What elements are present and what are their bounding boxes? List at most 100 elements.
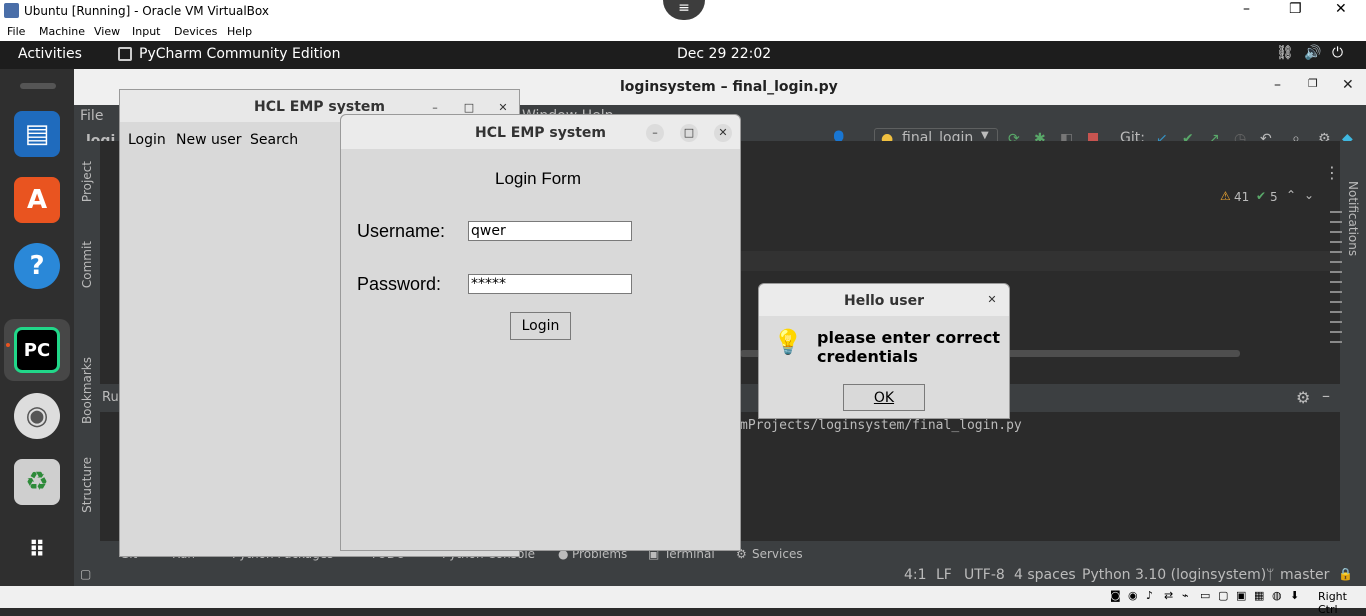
ubuntu-topbar: Activities PyCharm Community Edition Dec… bbox=[0, 41, 1366, 69]
login-button[interactable]: Login bbox=[510, 312, 571, 340]
chevron-down-icon[interactable]: ⌄ bbox=[1304, 188, 1314, 202]
app-menu-label[interactable]: PyCharm Community Edition bbox=[139, 46, 340, 62]
power-icon[interactable]: ⏻ bbox=[1332, 45, 1343, 61]
vbox-recording-icon[interactable]: ▣ bbox=[1236, 589, 1246, 602]
sidebar-tab-project[interactable]: Project bbox=[80, 161, 94, 202]
status-encoding[interactable]: UTF-8 bbox=[964, 567, 1005, 583]
pycharm-menu-file[interactable]: File bbox=[80, 108, 103, 124]
ubuntu-dock: ▤ A ? PC ◉ ♻ ⠿ bbox=[0, 69, 74, 586]
vbox-menu-help[interactable]: Help bbox=[227, 25, 252, 38]
vbox-optical-icon[interactable]: ◉ bbox=[1128, 589, 1138, 602]
show-apps-icon[interactable]: ⠿ bbox=[14, 527, 60, 573]
password-input[interactable] bbox=[468, 274, 632, 294]
pycharm-restore-button[interactable]: ❐ bbox=[1308, 77, 1318, 90]
dialog-ok-button[interactable]: OK bbox=[843, 384, 925, 411]
sidebar-tab-bookmarks[interactable]: Bookmarks bbox=[80, 357, 94, 424]
pycharm-statusbar: ▢ 4:1 LF UTF-8 4 spaces Python 3.10 (log… bbox=[74, 567, 1366, 586]
pycharm-left-toolstrip: Project Commit Bookmarks Structure bbox=[74, 141, 100, 541]
sidebar-tab-structure[interactable]: Structure bbox=[80, 457, 94, 513]
check-icon[interactable]: ✔ bbox=[1256, 189, 1266, 203]
vbox-hdd-icon[interactable]: ◙ bbox=[1110, 589, 1121, 602]
lightbulb-icon: 💡 bbox=[773, 328, 803, 356]
scroll-marks bbox=[1330, 211, 1342, 351]
dialog-title: Hello user bbox=[843, 293, 924, 309]
vbox-display-icon[interactable]: ▢ bbox=[1218, 589, 1228, 602]
vbox-shared-folder-icon[interactable]: ▭ bbox=[1200, 589, 1210, 602]
main-window-title: HCL EMP system bbox=[254, 99, 385, 115]
network-icon[interactable]: ⛓ bbox=[1276, 45, 1294, 61]
status-line-separator[interactable]: LF bbox=[936, 567, 952, 583]
menu-new-user[interactable]: New user bbox=[176, 132, 242, 148]
run-output-path: mProjects/loginsystem/final_login.py bbox=[740, 418, 1022, 433]
app-icon bbox=[118, 47, 132, 61]
vbox-menu-view[interactable]: View bbox=[94, 25, 120, 38]
dialog-message: please enter correct credentials bbox=[817, 328, 1000, 366]
run-panel-title: Ru bbox=[102, 390, 119, 405]
warning-icon[interactable]: ⚠ bbox=[1220, 189, 1231, 203]
run-settings-icon[interactable]: ⚙ bbox=[1296, 388, 1310, 407]
menu-search[interactable]: Search bbox=[250, 132, 298, 148]
clock[interactable]: Dec 29 22:02 bbox=[677, 46, 771, 62]
right-strip: Notifications bbox=[1330, 141, 1366, 541]
login-form-heading: Login Form bbox=[495, 169, 581, 188]
trash-icon[interactable]: ♻ bbox=[14, 459, 60, 505]
disc-icon[interactable]: ◉ bbox=[14, 393, 60, 439]
vbox-menubar: File Machine View Input Devices Help bbox=[0, 22, 1366, 41]
check-count: 5 bbox=[1270, 190, 1278, 204]
login-minimize-button[interactable]: – bbox=[646, 124, 664, 142]
login-window: HCL EMP system – □ ✕ Login Form Username… bbox=[340, 114, 741, 551]
tab-services[interactable]: Services bbox=[752, 547, 803, 561]
username-label: Username: bbox=[357, 221, 446, 241]
vbox-minimize-button[interactable]: – bbox=[1243, 1, 1250, 17]
status-indent[interactable]: 4 spaces bbox=[1014, 567, 1076, 583]
warning-count: 41 bbox=[1234, 190, 1250, 204]
software-center-icon[interactable]: A bbox=[14, 177, 60, 223]
status-branch[interactable]: master bbox=[1280, 567, 1329, 583]
username-input[interactable] bbox=[468, 221, 632, 241]
vbox-mouse-icon[interactable]: ◍ bbox=[1272, 589, 1282, 602]
toggle-tool-windows-icon[interactable]: ▢ bbox=[80, 567, 91, 581]
pycharm-close-button[interactable]: ✕ bbox=[1342, 77, 1354, 93]
message-dialog: Hello user ✕ 💡 please enter correct cred… bbox=[758, 283, 1010, 419]
vbox-close-button[interactable]: ✕ bbox=[1335, 1, 1347, 17]
run-hide-icon[interactable]: – bbox=[1322, 386, 1330, 405]
notifications-tab[interactable]: Notifications bbox=[1346, 181, 1360, 256]
login-close-button[interactable]: ✕ bbox=[714, 124, 732, 142]
running-indicator-icon bbox=[6, 343, 10, 347]
pycharm-icon[interactable]: PC bbox=[14, 327, 60, 373]
vbox-network-icon[interactable]: ⇄ bbox=[1164, 589, 1173, 602]
menu-login[interactable]: Login bbox=[128, 132, 166, 148]
dialog-close-button[interactable]: ✕ bbox=[983, 291, 1001, 309]
vbox-logo-icon bbox=[4, 3, 19, 18]
vbox-menu-devices[interactable]: Devices bbox=[174, 25, 217, 38]
vbox-menu-machine[interactable]: Machine bbox=[39, 25, 85, 38]
vbox-window-title: Ubuntu [Running] - Oracle VM VirtualBox bbox=[24, 4, 269, 18]
vbox-maximize-button[interactable]: ❐ bbox=[1289, 1, 1302, 17]
vbox-statusbar: ◙ ◉ ♪ ⇄ ⌁ ▭ ▢ ▣ ▦ ◍ ⬇ Right Ctrl bbox=[0, 586, 1366, 616]
writer-icon[interactable]: ▤ bbox=[14, 111, 60, 157]
vbox-menu-file[interactable]: File bbox=[7, 25, 25, 38]
vbox-menu-input[interactable]: Input bbox=[132, 25, 160, 38]
activities-button[interactable]: Activities bbox=[18, 46, 82, 62]
login-window-title: HCL EMP system bbox=[475, 125, 606, 141]
chevron-up-icon[interactable]: ⌃ bbox=[1286, 188, 1296, 202]
vbox-arrow-icon[interactable]: ⬇ bbox=[1290, 589, 1299, 602]
sidebar-tab-commit[interactable]: Commit bbox=[80, 241, 94, 288]
more-options-icon[interactable]: ⋮ bbox=[1324, 163, 1340, 182]
password-label: Password: bbox=[357, 274, 442, 294]
status-interpreter[interactable]: Python 3.10 (loginsystem) bbox=[1082, 567, 1266, 583]
volume-icon[interactable]: 🔊 bbox=[1304, 45, 1321, 61]
host-key-label: Right Ctrl bbox=[1318, 590, 1347, 616]
pycharm-minimize-button[interactable]: – bbox=[1274, 77, 1281, 93]
branch-icon: ᛘ bbox=[1266, 567, 1275, 583]
current-line-highlight bbox=[740, 251, 1340, 271]
status-position[interactable]: 4:1 bbox=[904, 567, 927, 583]
vbox-cpu-icon[interactable]: ▦ bbox=[1254, 589, 1264, 602]
vbox-usb-icon[interactable]: ⌁ bbox=[1182, 589, 1189, 602]
login-maximize-button[interactable]: □ bbox=[680, 124, 698, 142]
vbox-audio-icon[interactable]: ♪ bbox=[1146, 589, 1153, 602]
help-icon[interactable]: ? bbox=[14, 243, 60, 289]
lock-icon[interactable]: 🔒 bbox=[1338, 567, 1353, 581]
dock-top-indicator bbox=[20, 83, 56, 89]
pycharm-title: loginsystem – final_login.py bbox=[620, 79, 838, 95]
